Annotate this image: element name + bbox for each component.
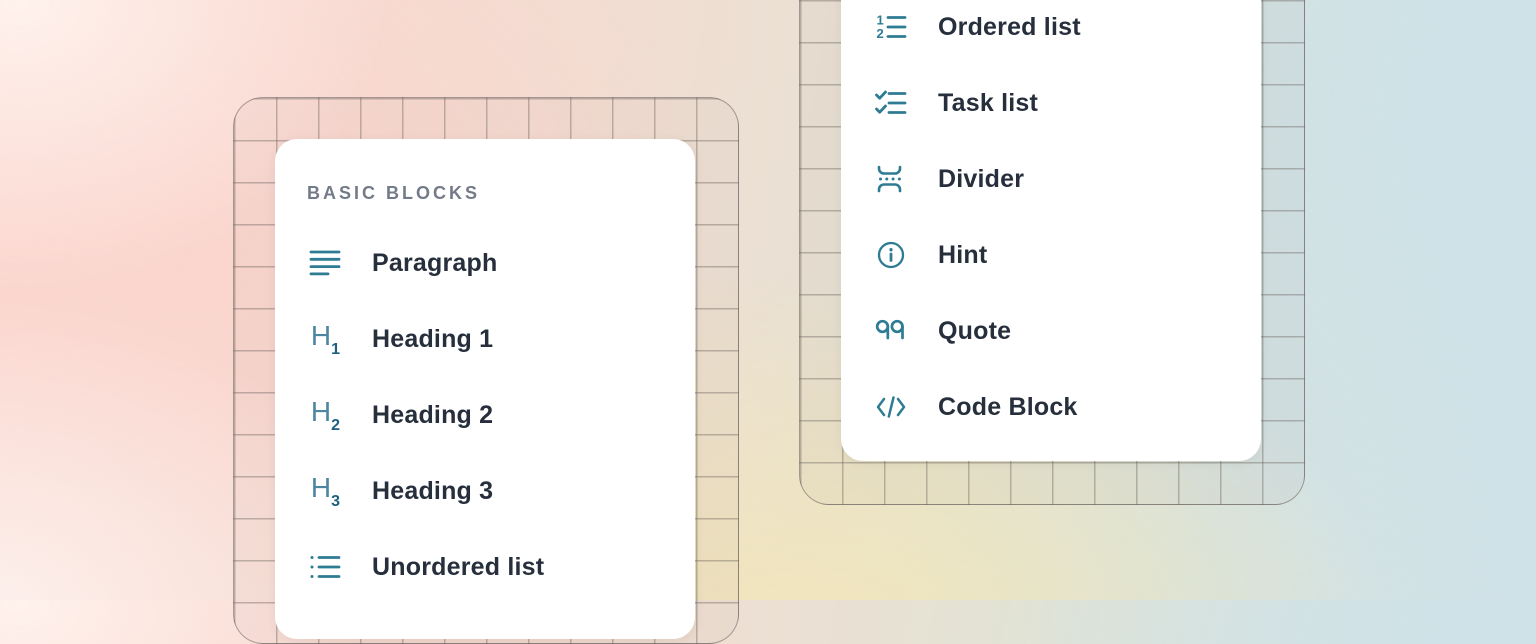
menu-item-label: Unordered list <box>372 553 544 582</box>
quote-icon <box>873 315 909 347</box>
menu-item-label: Quote <box>938 317 1011 346</box>
menu-item[interactable]: 1 2 Ordered list <box>841 0 1261 65</box>
menu-item-label: Ordered list <box>938 13 1081 42</box>
code-block-icon <box>873 391 909 423</box>
menu-item[interactable]: H3 Heading 3 <box>275 453 695 529</box>
menu-item[interactable]: Paragraph <box>275 225 695 301</box>
menu-item-label: Paragraph <box>372 249 497 278</box>
blocks-item-list: 1 2 Ordered list Task list Divider <box>841 0 1261 445</box>
menu-item[interactable]: H2 Heading 2 <box>275 377 695 453</box>
menu-item[interactable]: Quote <box>841 293 1261 369</box>
task-list-icon <box>873 87 909 119</box>
divider-icon <box>873 163 909 195</box>
svg-text:2: 2 <box>877 26 884 40</box>
menu-item-label: Heading 2 <box>372 401 493 430</box>
menu-item[interactable]: Hint <box>841 217 1261 293</box>
menu-item[interactable]: Task list <box>841 65 1261 141</box>
heading-1-icon: H1 <box>307 323 343 355</box>
basic-blocks-item-list: Paragraph H1 Heading 1 H2 Heading 2 H3 H… <box>275 225 695 605</box>
heading-2-icon: H2 <box>307 399 343 431</box>
blocks-menu-card-right: 1 2 Ordered list Task list Divider <box>841 0 1261 461</box>
heading-3-icon: H3 <box>307 475 343 507</box>
section-label-basic-blocks: BASIC BLOCKS <box>307 183 480 204</box>
menu-item-label: Divider <box>938 165 1024 194</box>
menu-item[interactable]: Divider <box>841 141 1261 217</box>
paragraph-icon <box>307 247 343 279</box>
ordered-list-icon: 1 2 <box>873 11 909 43</box>
menu-item-label: Hint <box>938 241 987 270</box>
menu-item-label: Code Block <box>938 393 1078 422</box>
menu-item[interactable]: H1 Heading 1 <box>275 301 695 377</box>
basic-blocks-menu-card: BASIC BLOCKS Paragraph H1 Heading 1 H2 H… <box>275 139 695 639</box>
menu-item[interactable]: Unordered list <box>275 529 695 605</box>
menu-item[interactable]: Code Block <box>841 369 1261 445</box>
hint-icon <box>873 239 909 271</box>
unordered-list-icon <box>307 551 343 583</box>
menu-item-label: Task list <box>938 89 1038 118</box>
menu-item-label: Heading 3 <box>372 477 493 506</box>
menu-item-label: Heading 1 <box>372 325 493 354</box>
